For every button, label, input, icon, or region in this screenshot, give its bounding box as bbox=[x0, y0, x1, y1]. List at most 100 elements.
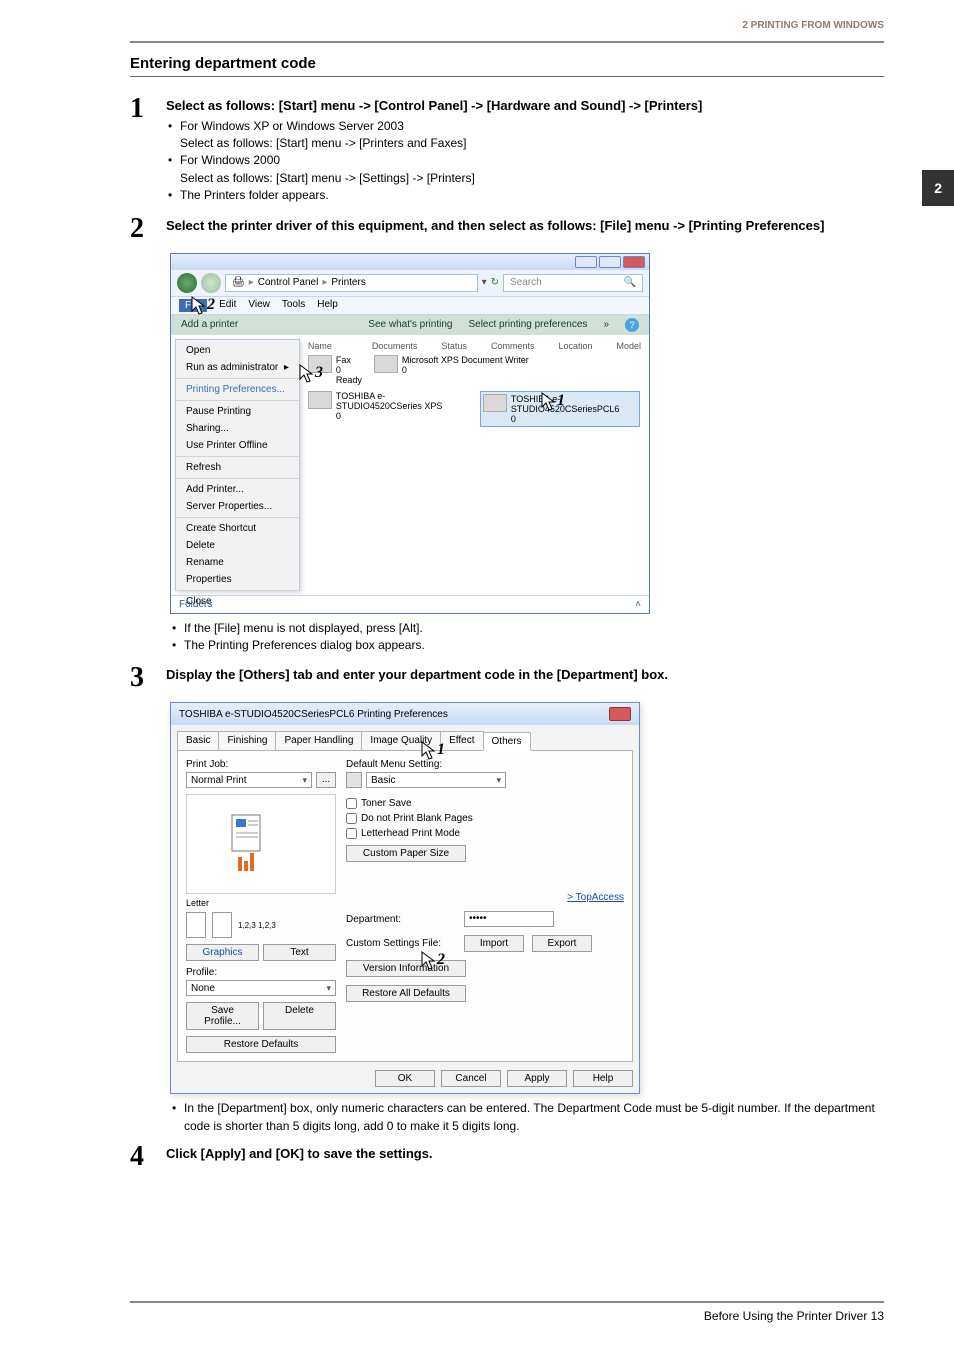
chevron-up-icon[interactable]: ˄ bbox=[635, 599, 641, 610]
breadcrumb-item[interactable]: Control Panel bbox=[258, 277, 319, 288]
printer-name: Microsoft XPS Document Writer bbox=[402, 355, 529, 365]
dialog-titlebar: TOSHIBA e-STUDIO4520CSeriesPCL6 Printing… bbox=[171, 703, 639, 725]
mi-run-as[interactable]: Run as administrator▸ bbox=[176, 359, 299, 376]
custom-paper-size-button[interactable]: Custom Paper Size bbox=[346, 845, 466, 862]
restore-all-defaults-button[interactable]: Restore All Defaults bbox=[346, 985, 466, 1002]
ok-button[interactable]: OK bbox=[375, 1070, 435, 1087]
col-location[interactable]: Location bbox=[558, 341, 592, 351]
print-preview bbox=[186, 794, 336, 894]
department-label: Department: bbox=[346, 914, 456, 925]
search-placeholder: Search bbox=[510, 277, 542, 288]
mi-refresh[interactable]: Refresh bbox=[176, 459, 299, 476]
apply-button[interactable]: Apply bbox=[507, 1070, 567, 1087]
chevron-right-icon: ▸ bbox=[284, 362, 289, 373]
list-item: The Printers folder appears. bbox=[166, 187, 884, 204]
dialog-footer: OK Cancel Apply Help bbox=[177, 1062, 633, 1087]
mi-properties[interactable]: Properties bbox=[176, 571, 299, 588]
col-name[interactable]: Name bbox=[308, 341, 348, 351]
mi-shortcut[interactable]: Create Shortcut bbox=[176, 520, 299, 537]
tab-effect[interactable]: Effect bbox=[440, 731, 483, 750]
menu-help[interactable]: Help bbox=[317, 299, 338, 312]
printer-docs: 0 bbox=[511, 414, 637, 424]
mi-pause[interactable]: Pause Printing bbox=[176, 403, 299, 420]
blank-pages-checkbox[interactable]: Do not Print Blank Pages bbox=[346, 813, 624, 824]
help-button[interactable]: Help bbox=[573, 1070, 633, 1087]
toner-save-checkbox[interactable]: Toner Save bbox=[346, 798, 624, 809]
mi-open[interactable]: Open bbox=[176, 342, 299, 359]
col-model[interactable]: Model bbox=[616, 341, 641, 351]
step-2: 2 Select the printer driver of this equi… bbox=[130, 215, 884, 243]
step-number: 3 bbox=[130, 664, 166, 692]
search-input[interactable]: Search 🔍 bbox=[503, 274, 643, 292]
maximize-button[interactable] bbox=[599, 256, 621, 268]
list-item: For Windows XP or Windows Server 2003 bbox=[166, 118, 884, 135]
mi-rename[interactable]: Rename bbox=[176, 554, 299, 571]
delete-profile-button[interactable]: Delete bbox=[263, 1002, 336, 1030]
annotation-cursor-3: 3 bbox=[299, 364, 323, 384]
export-button[interactable]: Export bbox=[532, 935, 592, 952]
step-1: 1 Select as follows: [Start] menu -> [Co… bbox=[130, 95, 884, 205]
col-documents[interactable]: Documents bbox=[372, 341, 418, 351]
department-input[interactable]: ••••• bbox=[464, 911, 554, 927]
mi-sharing[interactable]: Sharing... bbox=[176, 420, 299, 437]
menu-tools[interactable]: Tools bbox=[282, 299, 305, 312]
default-menu-icon bbox=[346, 772, 362, 788]
import-button[interactable]: Import bbox=[464, 935, 524, 952]
col-status[interactable]: Status bbox=[441, 341, 467, 351]
back-button[interactable] bbox=[177, 273, 197, 293]
save-profile-button[interactable]: Save Profile... bbox=[186, 1002, 259, 1030]
close-button[interactable] bbox=[623, 256, 645, 268]
step-number: 4 bbox=[130, 1143, 166, 1171]
refresh-icon[interactable]: ↻ bbox=[491, 277, 499, 288]
text-button[interactable]: Text bbox=[263, 944, 336, 961]
step-heading: Select the printer driver of this equipm… bbox=[166, 217, 884, 235]
chevron-right-icon: ▸ bbox=[249, 277, 254, 288]
mi-offline[interactable]: Use Printer Offline bbox=[176, 437, 299, 454]
breadcrumb-item[interactable]: Printers bbox=[331, 277, 365, 288]
default-menu-select[interactable]: Basic bbox=[366, 772, 506, 788]
profile-select[interactable]: None bbox=[186, 980, 336, 996]
minimize-button[interactable] bbox=[575, 256, 597, 268]
breadcrumb[interactable]: 🖨 ▸ Control Panel ▸ Printers bbox=[225, 274, 478, 292]
step-heading: Display the [Others] tab and enter your … bbox=[166, 666, 884, 684]
cancel-button[interactable]: Cancel bbox=[441, 1070, 501, 1087]
toolbar-more[interactable]: » bbox=[603, 319, 609, 330]
tab-others[interactable]: Others bbox=[483, 732, 531, 751]
printer-docs: 0 bbox=[402, 365, 529, 375]
forward-button[interactable] bbox=[201, 273, 221, 293]
menu-edit[interactable]: Edit bbox=[219, 299, 236, 312]
tab-basic[interactable]: Basic bbox=[177, 731, 219, 750]
page-thumb bbox=[186, 912, 206, 938]
mi-printing-preferences[interactable]: Printing Preferences... bbox=[176, 381, 299, 398]
help-icon[interactable]: ? bbox=[625, 318, 639, 332]
mi-server-props[interactable]: Server Properties... bbox=[176, 498, 299, 515]
letterhead-checkbox[interactable]: Letterhead Print Mode bbox=[346, 828, 624, 839]
print-job-more-button[interactable]: ... bbox=[316, 772, 336, 788]
version-info-button[interactable]: Version Information bbox=[346, 960, 466, 977]
printer-row: TOSHIBA e-STUDIO4520CSeries XPS 0 TOSHIB… bbox=[308, 391, 641, 427]
restore-defaults-button[interactable]: Restore Defaults bbox=[186, 1036, 336, 1053]
close-button[interactable] bbox=[609, 707, 631, 721]
step-heading: Click [Apply] and [OK] to save the setti… bbox=[166, 1145, 884, 1163]
tab-paper-handling[interactable]: Paper Handling bbox=[275, 731, 362, 750]
mi-delete[interactable]: Delete bbox=[176, 537, 299, 554]
menu-bar: File Edit View Tools Help bbox=[171, 297, 649, 315]
graphics-button[interactable]: Graphics bbox=[186, 944, 259, 961]
toolbar-see-printing[interactable]: See what's printing bbox=[368, 319, 452, 330]
topaccess-link[interactable]: > TopAccess bbox=[346, 892, 624, 903]
annotation-cursor-1: 1 bbox=[541, 392, 565, 412]
menu-view[interactable]: View bbox=[248, 299, 270, 312]
printer-item-toshiba-xps[interactable]: TOSHIBA e-STUDIO4520CSeries XPS 0 bbox=[308, 391, 468, 427]
toolbar-select-prefs[interactable]: Select printing preferences bbox=[468, 319, 587, 330]
toolbar-add-printer[interactable]: Add a printer bbox=[181, 319, 238, 330]
tab-finishing[interactable]: Finishing bbox=[218, 731, 276, 750]
folders-toggle[interactable]: Folders bbox=[179, 599, 212, 610]
print-job-select[interactable]: Normal Print bbox=[186, 772, 312, 788]
step-number: 1 bbox=[130, 95, 166, 205]
printer-docs: 0 bbox=[336, 365, 362, 375]
mi-add-printer[interactable]: Add Printer... bbox=[176, 481, 299, 498]
printer-icon bbox=[308, 391, 332, 409]
printer-item-xps-writer[interactable]: Microsoft XPS Document Writer 0 bbox=[374, 355, 529, 385]
section-title: Entering department code bbox=[130, 55, 884, 77]
col-comments[interactable]: Comments bbox=[491, 341, 535, 351]
